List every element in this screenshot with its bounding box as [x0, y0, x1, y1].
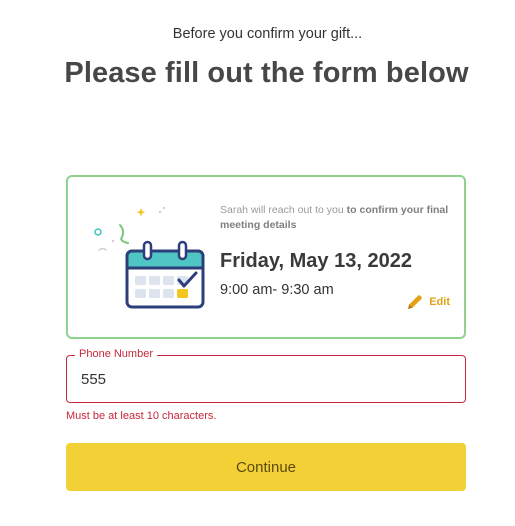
continue-button[interactable]: Continue [66, 443, 466, 491]
phone-number-input[interactable] [68, 357, 464, 401]
calendar-check-icon [94, 206, 205, 309]
meeting-details-card: Sarah will reach out to you to confirm y… [66, 175, 466, 339]
meeting-time: 9:00 am- 9:30 am [220, 282, 334, 298]
meeting-note: Sarah will reach out to you to confirm y… [220, 203, 460, 233]
phone-number-field: Phone Number [66, 348, 466, 403]
phone-error-message: Must be at least 10 characters. [66, 410, 217, 422]
page-subtitle: Before you confirm your gift... [172, 26, 363, 42]
meeting-note-text: Sarah will reach out to you [220, 204, 347, 216]
meeting-date: Friday, May 13, 2022 [220, 250, 412, 272]
gift-confirmation-page: Before you confirm your gift... Please f… [0, 0, 515, 526]
pencil-icon [408, 295, 423, 309]
edit-meeting-button[interactable]: Edit [405, 292, 450, 312]
page-title: Please fill out the form below [64, 57, 469, 89]
edit-label: Edit [429, 296, 450, 308]
